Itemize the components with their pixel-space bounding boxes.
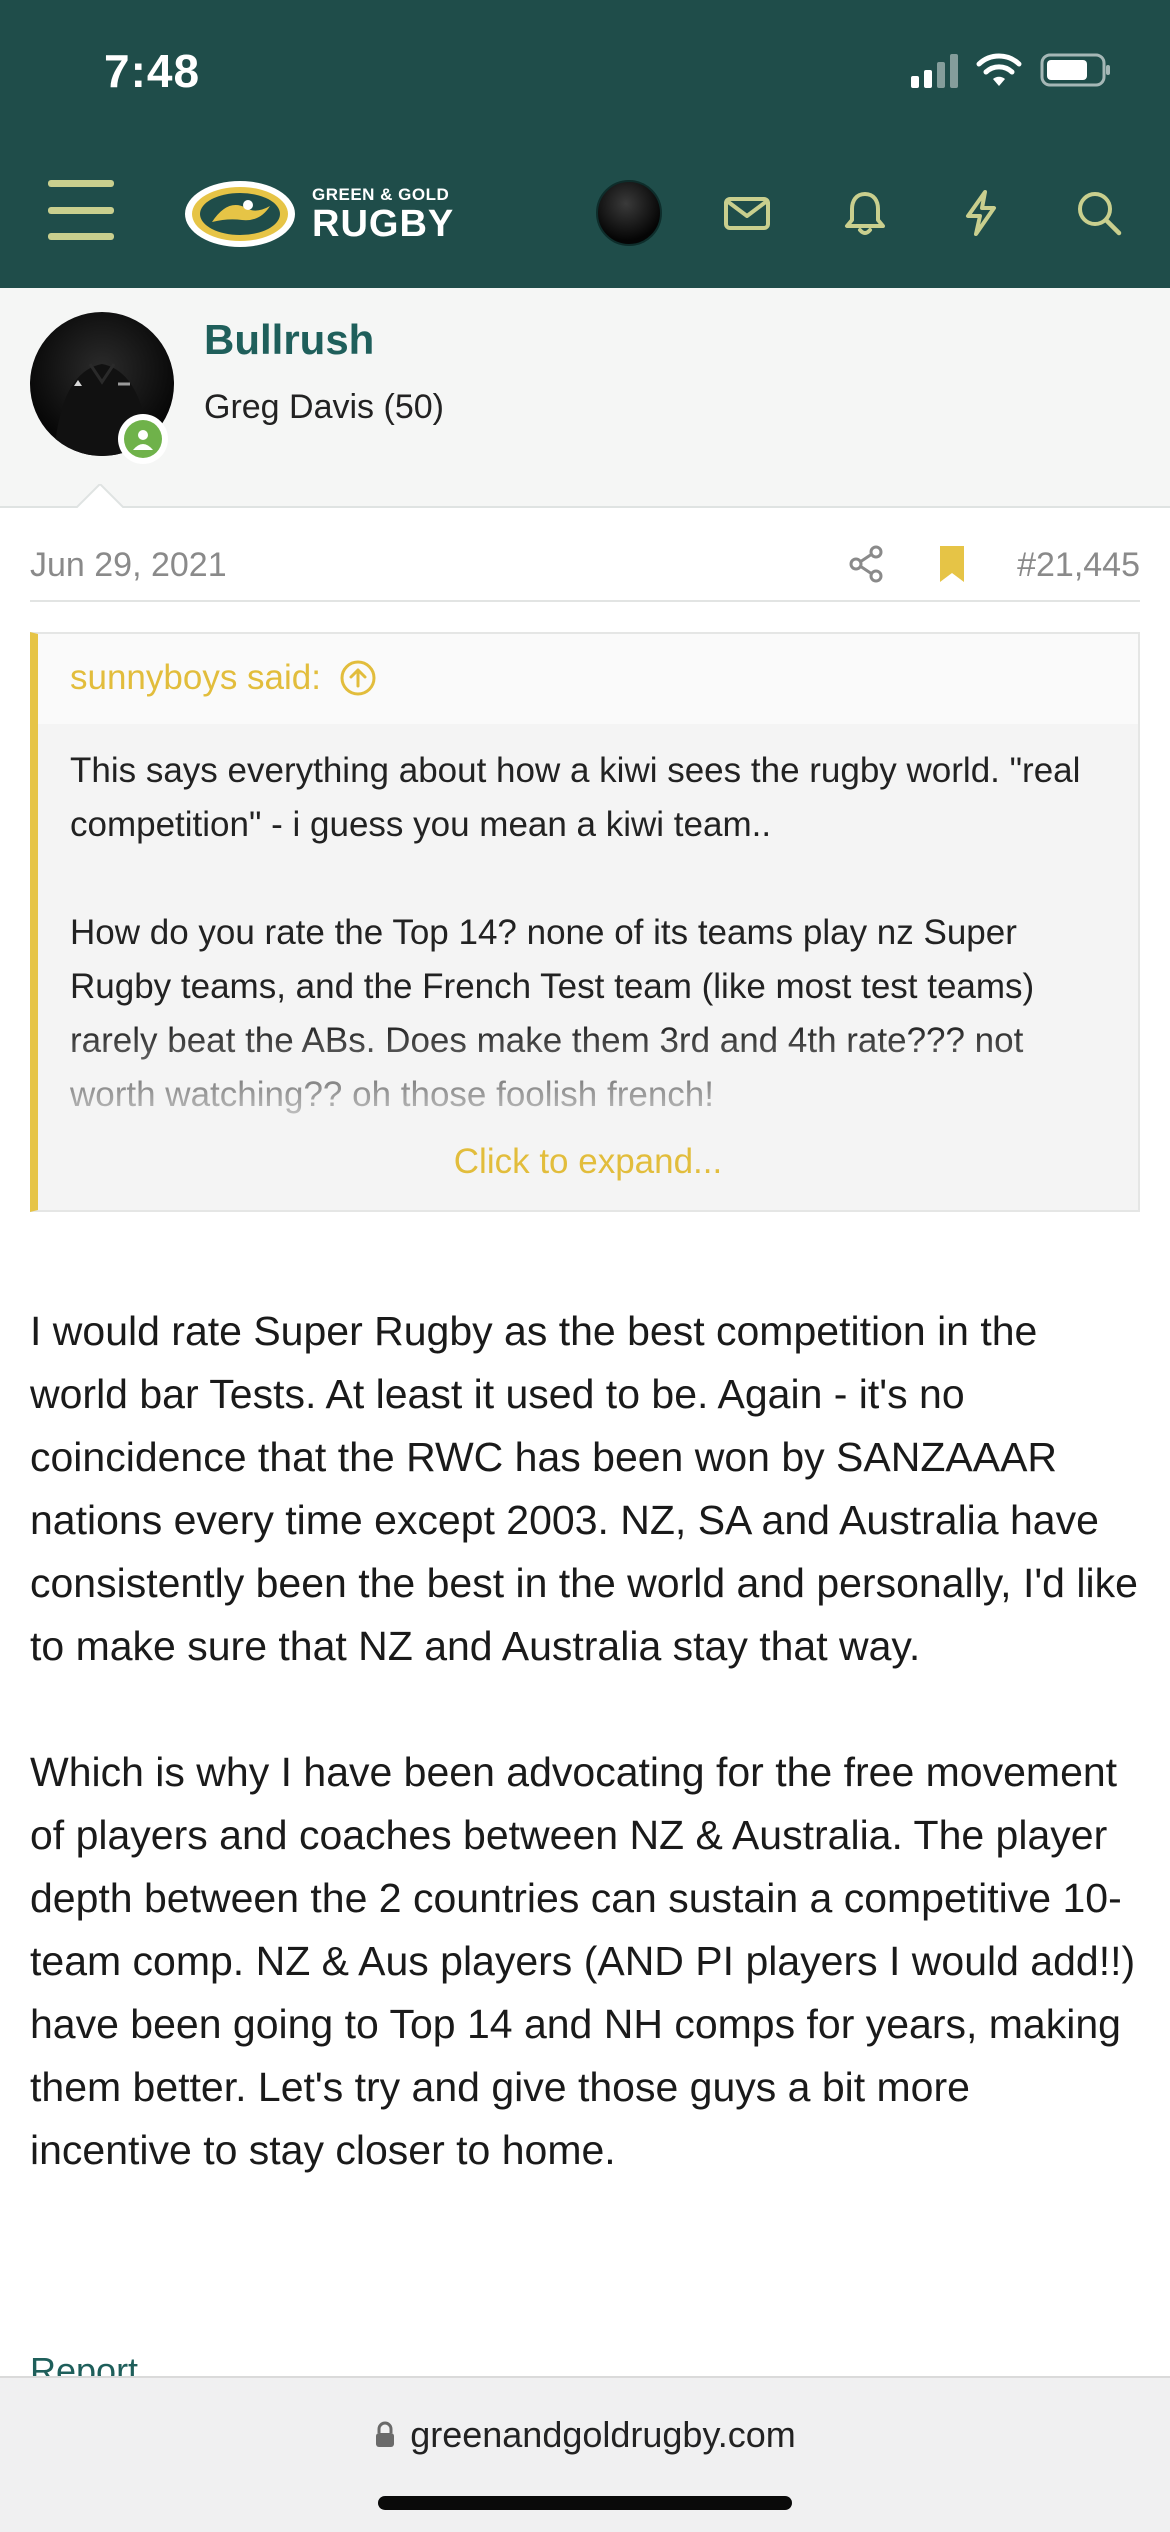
site-header: 7:48 GREEN & GOLD RUGBY <box>0 0 1170 288</box>
share-icon[interactable] <box>844 542 888 586</box>
logo-title: RUGBY <box>312 202 455 245</box>
bookmark-icon[interactable] <box>930 542 974 586</box>
quote-fade <box>38 1024 1138 1134</box>
quote-author: sunnyboys said: <box>70 658 321 697</box>
post-author: Bullrush Greg Davis (50) <box>0 288 1170 508</box>
post-paragraph: I would rate Super Rugby as the best com… <box>30 1308 1138 1669</box>
logo-emblem-icon <box>185 181 295 247</box>
mail-icon[interactable] <box>722 188 772 238</box>
pointer-arrow <box>76 484 124 508</box>
post-paragraph: Which is why I have been advocating for … <box>30 1749 1136 2173</box>
battery-icon <box>1040 53 1110 87</box>
cellular-signal-icon <box>911 52 958 88</box>
post-number[interactable]: #21,445 <box>1017 546 1140 585</box>
lock-icon <box>376 2421 395 2447</box>
quote-paragraph: This says everything about how a kiwi se… <box>70 751 1081 844</box>
menu-icon[interactable] <box>48 180 114 240</box>
post-meta: Jun 29, 2021 #21,445 <box>30 536 1140 602</box>
url-text: greenandgoldrugby.com <box>410 2414 796 2455</box>
status-time: 7:48 <box>104 45 201 97</box>
account-avatar[interactable] <box>596 180 662 246</box>
username[interactable]: Bullrush <box>204 316 374 364</box>
nav-bar: GREEN & GOLD RUGBY <box>0 160 1170 270</box>
bell-icon[interactable] <box>840 188 890 238</box>
online-status-badge <box>118 414 168 464</box>
status-icons <box>911 50 1112 90</box>
quote-author-link[interactable]: sunnyboys said: <box>70 658 377 698</box>
search-icon[interactable] <box>1074 188 1124 238</box>
bolt-icon[interactable] <box>956 188 1006 238</box>
expand-quote-link[interactable]: Click to expand... <box>38 1142 1138 1182</box>
quote-header: sunnyboys said: <box>38 634 1138 724</box>
post-body: I would rate Super Rugby as the best com… <box>30 1300 1140 2182</box>
wifi-icon <box>976 53 1022 86</box>
screen: 7:48 GREEN & GOLD RUGBY Bullrush Greg Da… <box>0 0 1170 2532</box>
arrow-up-circle-icon <box>340 660 376 696</box>
browser-address-bar: greenandgoldrugby.com <box>0 2376 1170 2532</box>
site-logo[interactable]: GREEN & GOLD RUGBY <box>182 176 454 252</box>
address-field[interactable]: greenandgoldrugby.com <box>0 2414 1170 2456</box>
quote-block: sunnyboys said: This says everything abo… <box>30 632 1140 1212</box>
logo-tagline: GREEN & GOLD <box>312 184 450 204</box>
user-title: Greg Davis (50) <box>204 388 444 426</box>
home-indicator[interactable] <box>378 2496 792 2510</box>
user-icon <box>133 430 153 450</box>
post-date[interactable]: Jun 29, 2021 <box>30 546 227 585</box>
